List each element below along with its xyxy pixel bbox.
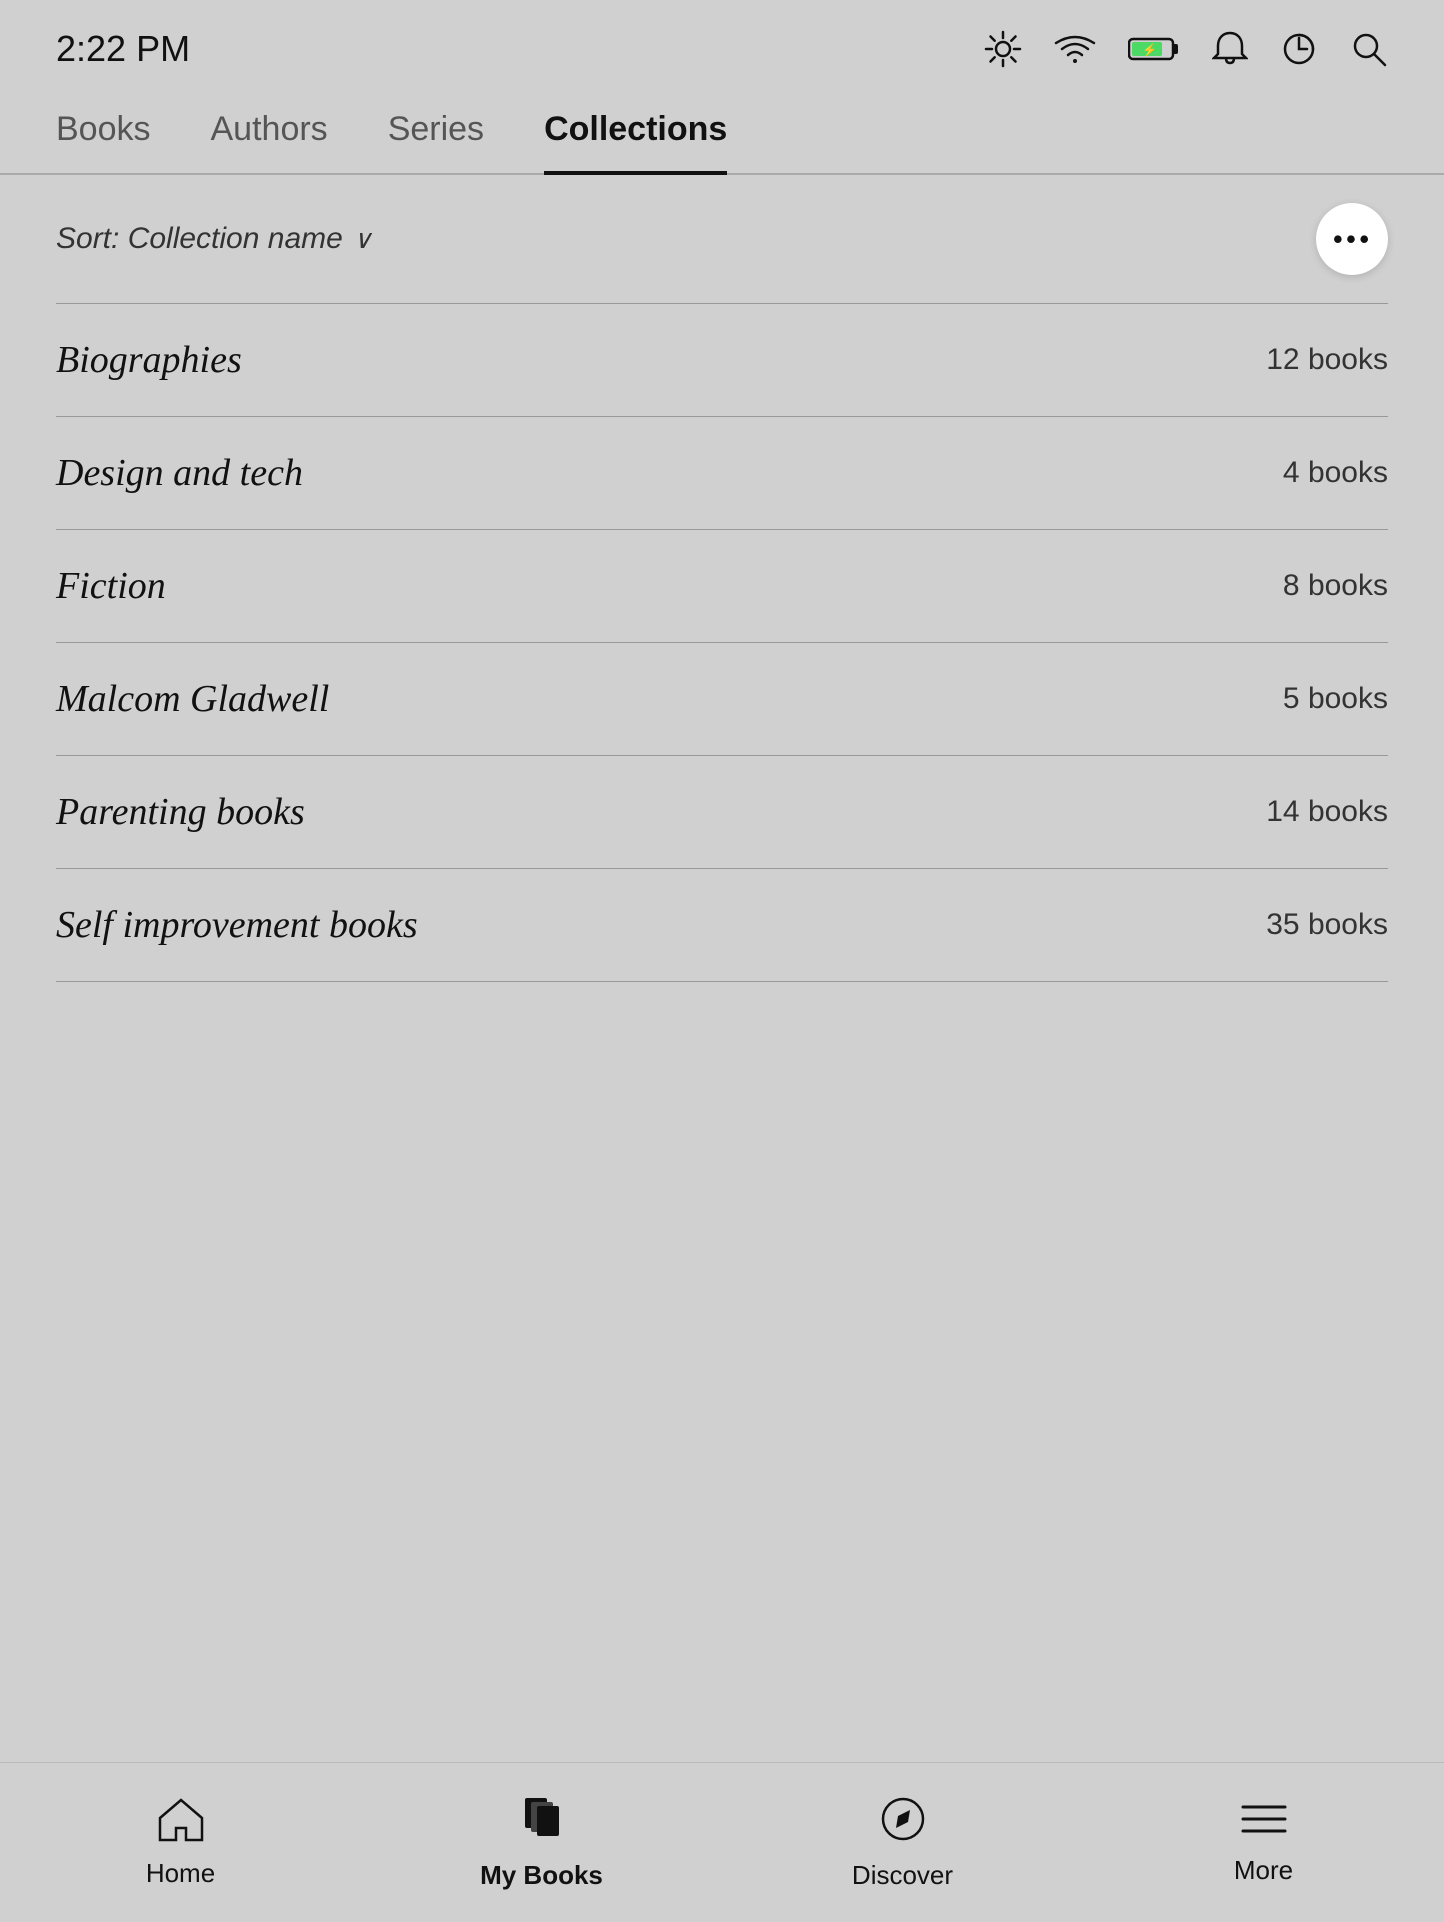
nav-discover-label: Discover: [852, 1860, 953, 1891]
wifi-icon: [1054, 33, 1096, 65]
collection-item-fiction[interactable]: Fiction 8 books: [56, 529, 1388, 642]
collection-item-malcom-gladwell[interactable]: Malcom Gladwell 5 books: [56, 642, 1388, 755]
collection-count: 35 books: [1266, 908, 1388, 942]
more-options-button[interactable]: •••: [1316, 203, 1388, 275]
status-bar: 2:22 PM: [0, 0, 1444, 90]
collection-name: Self improvement books: [56, 903, 418, 947]
nav-my-books[interactable]: My Books: [361, 1778, 722, 1907]
nav-more[interactable]: More: [1083, 1783, 1444, 1902]
sync-icon[interactable]: [1280, 30, 1318, 68]
tabs-container: Books Authors Series Collections: [0, 90, 1444, 175]
my-books-icon: [517, 1794, 567, 1852]
nav-my-books-label: My Books: [480, 1860, 603, 1891]
sort-bar: Sort: Collection name ∨ •••: [0, 175, 1444, 303]
tab-authors[interactable]: Authors: [211, 90, 328, 175]
collection-item-biographies[interactable]: Biographies 12 books: [56, 303, 1388, 416]
nav-discover[interactable]: Discover: [722, 1778, 1083, 1907]
more-options-icon: •••: [1332, 221, 1372, 258]
screen: 2:22 PM: [0, 0, 1444, 1922]
collection-count: 8 books: [1283, 569, 1388, 603]
collection-name: Fiction: [56, 564, 166, 608]
collection-name: Design and tech: [56, 451, 303, 495]
collection-name: Biographies: [56, 338, 242, 382]
battery-icon: ⚡: [1128, 35, 1180, 63]
nav-home[interactable]: Home: [0, 1780, 361, 1905]
collection-count: 12 books: [1266, 343, 1388, 377]
sort-chevron-icon: ∨: [353, 224, 372, 255]
status-time: 2:22 PM: [56, 28, 190, 70]
collection-item-parenting-books[interactable]: Parenting books 14 books: [56, 755, 1388, 868]
more-icon: [1239, 1799, 1289, 1847]
bottom-nav: Home My Books Discover: [0, 1762, 1444, 1922]
collection-item-design-tech[interactable]: Design and tech 4 books: [56, 416, 1388, 529]
collection-count: 4 books: [1283, 456, 1388, 490]
nav-more-label: More: [1234, 1855, 1293, 1886]
collection-item-self-improvement[interactable]: Self improvement books 35 books: [56, 868, 1388, 982]
collection-name: Malcom Gladwell: [56, 677, 329, 721]
tabs: Books Authors Series Collections: [0, 90, 1444, 173]
collection-list: Biographies 12 books Design and tech 4 b…: [0, 303, 1444, 982]
collection-name: Parenting books: [56, 790, 305, 834]
tab-series[interactable]: Series: [388, 90, 484, 175]
search-icon[interactable]: [1350, 30, 1388, 68]
tab-collections[interactable]: Collections: [544, 90, 727, 175]
brightness-icon: [984, 30, 1022, 68]
collection-count: 14 books: [1266, 795, 1388, 829]
notification-icon[interactable]: [1212, 30, 1248, 68]
nav-home-label: Home: [146, 1858, 215, 1889]
home-icon: [156, 1796, 206, 1850]
svg-text:⚡: ⚡: [1142, 43, 1157, 57]
tab-books[interactable]: Books: [56, 90, 151, 175]
status-icons: ⚡: [984, 30, 1388, 68]
content-area: Sort: Collection name ∨ ••• Biographies …: [0, 175, 1444, 1922]
discover-icon: [878, 1794, 928, 1852]
sort-control[interactable]: Sort: Collection name ∨: [56, 222, 372, 256]
collection-count: 5 books: [1283, 682, 1388, 716]
